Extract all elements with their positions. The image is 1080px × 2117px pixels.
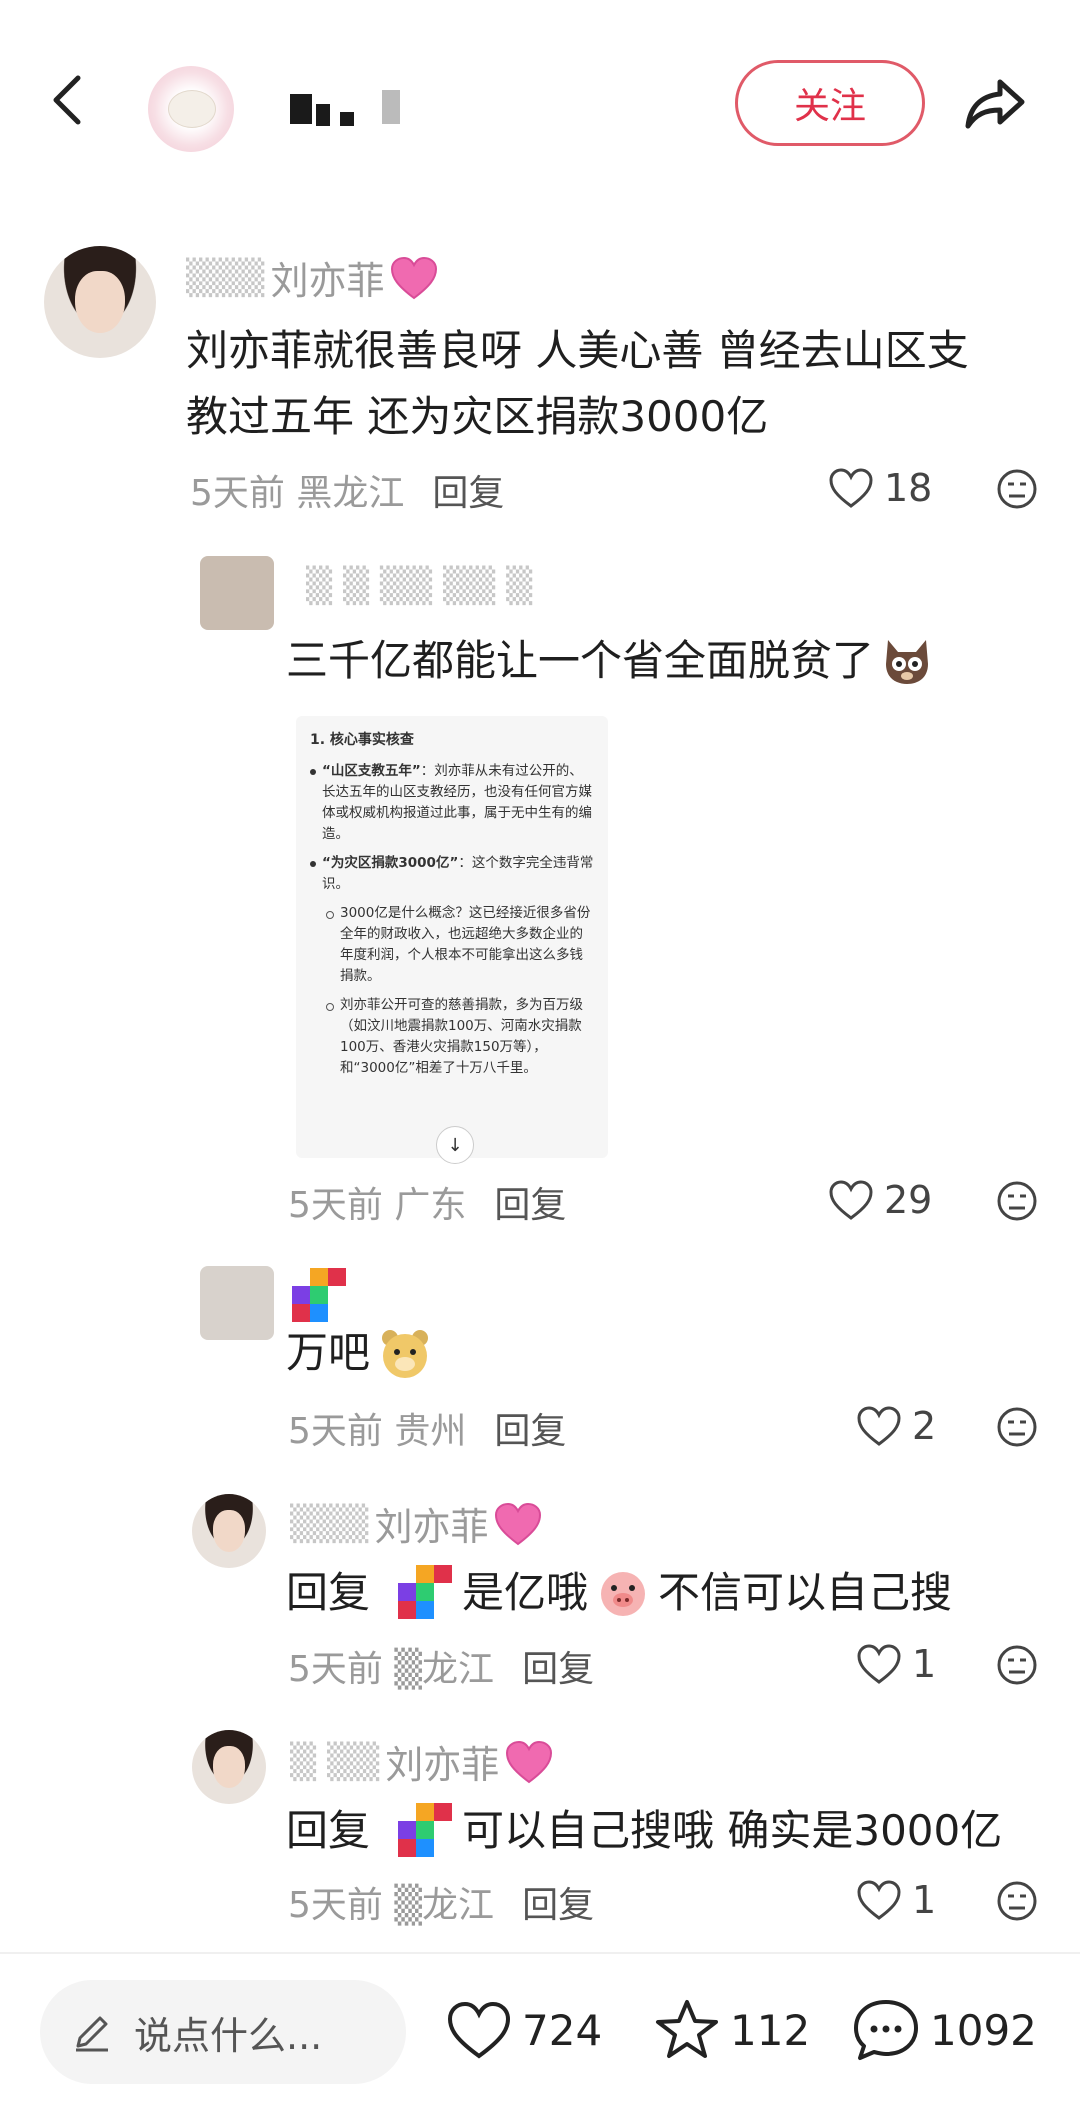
post-like-count: 724 [522,2005,603,2055]
comment-text: 万吧 [286,1320,432,1386]
pink-heart-icon [391,256,438,299]
comment-meta: 5天前 ▒龙江 回复 [288,1640,594,1692]
commenter-avatar[interactable] [192,1494,266,1568]
attached-screenshot[interactable]: 1. 核心事实核查 “山区支教五年”：刘亦菲从未有过公开的、长达五年的山区支教经… [296,716,608,1158]
blurred-name: ▒▒▒ [186,257,265,298]
dislike-face-icon[interactable] [996,468,1038,510]
screenshot-bullet-title: “山区支教五年” [322,763,421,779]
star-outline-icon [656,2000,718,2058]
dog-emoji-icon [886,640,929,684]
blurred-name: ▒▒▒ [290,1503,369,1544]
back-button[interactable] [40,70,100,130]
comment-location: 龙江 [422,1885,495,1926]
comment-meta: 5天前 黑龙江 回复 [190,464,504,516]
scroll-down-icon: ↓ [436,1126,474,1164]
screenshot-heading: 1. 核心事实核查 [310,732,414,748]
share-icon [965,79,1025,129]
comment-bubble-icon [854,2000,918,2060]
reply-button[interactable]: 回复 [522,1640,594,1692]
like-button[interactable]: 29 [828,1178,932,1222]
comment-text: 回复 是亿哦 不信可以自己搜 [286,1560,952,1626]
colorful-blocks-icon [398,1565,453,1619]
colorful-blocks-icon [398,1803,453,1857]
like-button[interactable]: 18 [828,466,932,510]
commenter-name[interactable]: 刘亦菲 [374,1496,488,1551]
pink-heart-icon [495,1502,542,1545]
like-count: 29 [884,1178,933,1222]
heart-outline-icon [857,1644,901,1684]
comment-location: 黑龙江 [296,473,405,514]
commenter-avatar[interactable] [200,556,274,630]
follow-button[interactable]: 关注 [735,60,925,146]
author-name-redacted[interactable] [286,90,416,130]
comment-time: 5天前 [190,473,285,514]
dislike-face-icon[interactable] [996,1406,1038,1448]
commenter-name-row: ▒▒▒ 刘亦菲 [290,1496,542,1551]
heart-outline-icon [857,1406,901,1446]
post-comment-button[interactable]: 1092 [852,1998,1037,2062]
commenter-name[interactable]: 刘亦菲 [270,250,384,305]
comment-meta: 5天前 ▒龙江 回复 [288,1876,594,1928]
screenshot-sub-bullet: 3000亿是什么概念？这已经接近很多省份全年的财政收入，也远超绝大多数企业的年度… [340,905,591,984]
share-button[interactable] [960,68,1030,138]
bear-emoji-icon [382,1330,429,1378]
like-button[interactable]: 2 [856,1404,936,1448]
post-like-button[interactable]: 724 [446,2000,602,2060]
comment-time: 5天前 [288,1885,383,1926]
dislike-face-icon[interactable] [996,1644,1038,1686]
post-comment-count: 1092 [930,2005,1037,2055]
blurred-name: ▒ ▒ ▒▒ ▒▒ ▒ [306,566,533,606]
comment-text: 三千亿都能让一个省全面脱贫了 [286,628,934,694]
comment-input[interactable]: 说点什么... [40,1980,406,2084]
dislike-face-icon[interactable] [996,1880,1038,1922]
pink-heart-icon [506,1740,553,1783]
screenshot-bullet-title: “为灾区捐款3000亿” [322,855,459,871]
comment-location: 贵州 [394,1411,467,1452]
post-favorite-count: 112 [730,2005,811,2055]
heart-outline-icon [829,1180,873,1220]
author-avatar[interactable] [148,66,234,152]
comment-location: 广东 [394,1185,467,1226]
comment-input-placeholder: 说点什么... [134,2013,323,2058]
comment-meta: 5天前 广东 回复 [288,1176,566,1228]
commenter-name-row: ▒ ▒▒ 刘亦菲 [290,1734,553,1789]
comment-time: 5天前 [288,1411,383,1452]
reply-button[interactable]: 回复 [522,1876,594,1928]
like-button[interactable]: 1 [856,1878,936,1922]
like-button[interactable]: 1 [856,1642,936,1686]
pig-emoji-icon [601,1572,646,1616]
comment-location: 龙江 [422,1649,495,1690]
like-count: 18 [884,466,933,510]
screenshot-sub-bullet: 刘亦菲公开可查的慈善捐款，多为百万级（如汶川地震捐款100万、河南水灾捐款100… [340,997,583,1076]
comment-meta: 5天前 贵州 回复 [288,1402,566,1454]
heart-outline-icon [829,468,873,508]
commenter-avatar[interactable] [192,1730,266,1804]
commenter-avatar[interactable] [200,1266,274,1340]
post-favorite-button[interactable]: 112 [654,1998,810,2062]
like-count: 1 [912,1642,937,1686]
comment-time: 5天前 [288,1185,383,1226]
pencil-icon [76,2016,108,2052]
reply-button[interactable]: 回复 [494,1402,566,1454]
chevron-left-icon [53,75,81,125]
commenter-avatar[interactable] [44,246,156,358]
colorful-blocks-icon [292,1268,346,1322]
like-count: 2 [912,1404,937,1448]
dislike-face-icon[interactable] [996,1180,1038,1222]
like-count: 1 [912,1878,937,1922]
commenter-name-row: ▒▒▒ 刘亦菲 [186,250,438,305]
reply-button[interactable]: 回复 [494,1176,566,1228]
heart-outline-icon [447,2001,511,2059]
comment-time: 5天前 [288,1649,383,1690]
blurred-name: ▒ ▒▒ [290,1741,380,1782]
heart-outline-icon [857,1880,901,1920]
comment-text: 刘亦菲就很善良呀 人美心善 曾经去山区支 教过五年 还为灾区捐款3000亿 [186,326,969,441]
reply-button[interactable]: 回复 [432,464,504,516]
bottom-divider [0,1952,1080,1954]
comment-text: 回复 可以自己搜哦 确实是3000亿 [286,1798,1002,1864]
commenter-name[interactable]: 刘亦菲 [385,1734,499,1789]
